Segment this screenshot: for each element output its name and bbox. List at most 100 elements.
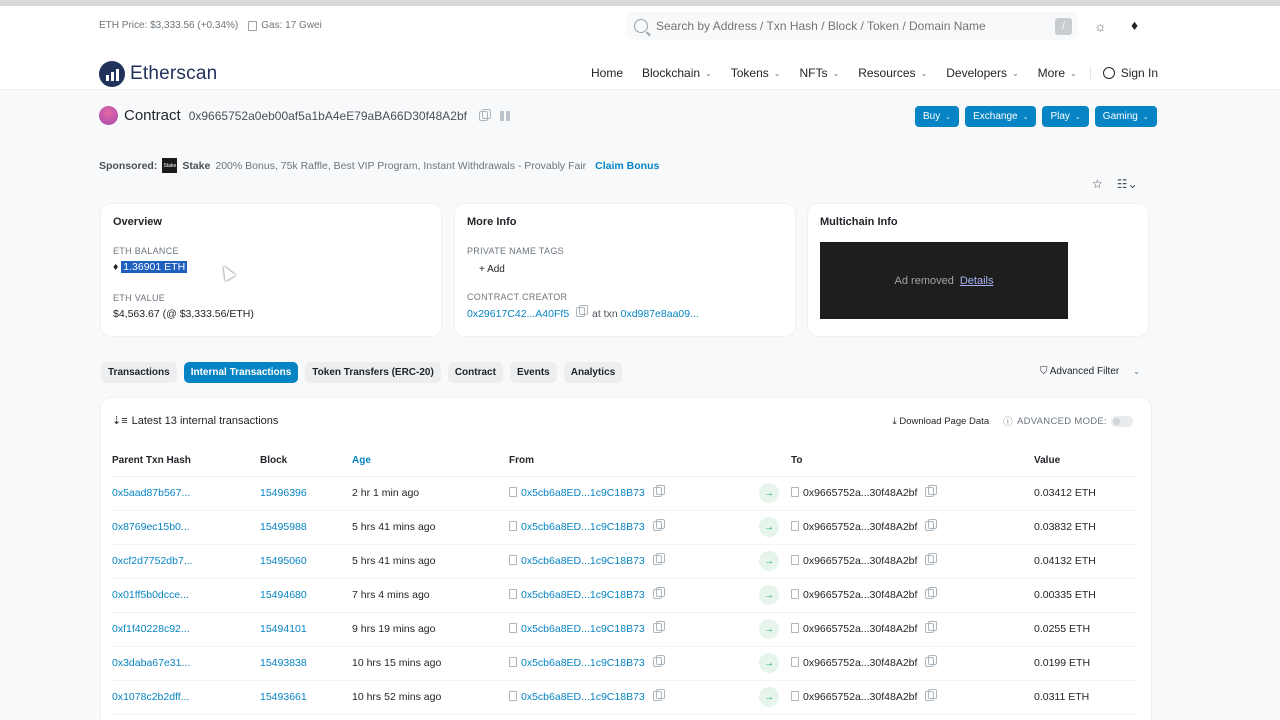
list-options-icon[interactable]: ☷⌄ [1117, 177, 1138, 191]
nav-nfts[interactable]: NFTs ⌄ [799, 66, 839, 80]
qr-code-icon[interactable] [499, 110, 510, 121]
from-address-link[interactable]: 0x5cb6a8ED...1c9C18B73 [521, 657, 645, 669]
theme-toggle-sun-icon[interactable]: ☼ [1094, 18, 1107, 34]
tab-contract[interactable]: Contract [447, 362, 503, 383]
tab-analytics[interactable]: Analytics [563, 362, 623, 383]
advanced-mode-toggle[interactable] [1111, 415, 1133, 427]
search-input[interactable] [656, 19, 1036, 33]
copy-icon[interactable] [652, 519, 665, 531]
download-page-data-button[interactable]: ⤓ Download Page Data [892, 416, 989, 427]
block-link[interactable]: 15495988 [260, 521, 307, 533]
button-label: Exchange [973, 111, 1018, 122]
creator-address-link[interactable]: 0x29617C42...A40Ff5 [467, 308, 569, 320]
block-link[interactable]: 15495060 [260, 555, 307, 567]
parent-txn-hash-link[interactable]: 0x5aad87b567... [112, 487, 190, 499]
download-icon: ⤓ [892, 415, 897, 427]
to-address[interactable]: 0x9665752a...30f48A2bf [803, 487, 917, 499]
copy-icon[interactable] [652, 621, 665, 633]
parent-txn-hash-link[interactable]: 0xf1f40228c92... [112, 623, 190, 635]
overview-title: Overview [113, 216, 162, 228]
copy-icon[interactable] [925, 553, 938, 565]
eth-balance-value[interactable]: 1.36901 ETH [121, 261, 188, 273]
exchange-button[interactable]: Exchange ⌄ [965, 106, 1037, 127]
tab-transactions[interactable]: Transactions [101, 362, 177, 383]
parent-txn-hash-link[interactable]: 0x1078c2b2dff... [112, 691, 189, 703]
to-address[interactable]: 0x9665752a...30f48A2bf [803, 589, 917, 601]
from-address-link[interactable]: 0x5cb6a8ED...1c9C18B73 [521, 589, 645, 601]
cell-age: 5 hrs 41 mins ago [352, 510, 509, 545]
copy-icon[interactable] [652, 553, 665, 565]
page-tools: ☆ ☷⌄ [1092, 177, 1138, 191]
cell-block: 15496396 [260, 476, 352, 511]
nav-home[interactable]: Home [591, 66, 623, 80]
add-name-tag-button[interactable]: + Add [467, 261, 517, 278]
block-link[interactable]: 15493838 [260, 657, 307, 669]
copy-icon[interactable] [925, 655, 938, 667]
from-address-link[interactable]: 0x5cb6a8ED...1c9C18B73 [521, 555, 645, 567]
copy-icon[interactable] [925, 689, 938, 701]
to-address[interactable]: 0x9665752a...30f48A2bf [803, 555, 917, 567]
sponsored-banner: Sponsored: Stake Stake 200% Bonus, 75k R… [99, 158, 659, 173]
copy-icon[interactable] [925, 519, 938, 531]
etherscan-logo[interactable]: Etherscan [99, 61, 217, 87]
sponsor-text: 200% Bonus, 75k Raffle, Best VIP Program… [215, 159, 587, 172]
nav-resources[interactable]: Resources ⌄ [858, 66, 927, 80]
to-address[interactable]: 0x9665752a...30f48A2bf [803, 657, 917, 669]
copy-icon[interactable] [576, 305, 589, 317]
arrow-right-icon: → [759, 619, 779, 639]
from-address-link[interactable]: 0x5cb6a8ED...1c9C18B73 [521, 623, 645, 635]
claim-bonus-link[interactable]: Claim Bonus [595, 160, 659, 172]
block-link[interactable]: 15494680 [260, 589, 307, 601]
nav-tokens[interactable]: Tokens ⌄ [731, 66, 781, 80]
tab-token-transfers[interactable]: Token Transfers (ERC-20) [305, 362, 441, 383]
internal-transactions-table: Parent Txn Hash Block Age From To Value … [112, 446, 1138, 715]
creation-txn-link[interactable]: 0xd987e8aa09... [621, 308, 699, 320]
buy-button[interactable]: Buy ⌄ [915, 106, 960, 127]
sort-icon[interactable]: ⇣≡ [112, 414, 128, 427]
copy-icon[interactable] [652, 587, 665, 599]
parent-txn-hash-link[interactable]: 0x8769ec15b0... [112, 521, 190, 533]
tab-events[interactable]: Events [509, 362, 557, 383]
from-address-link[interactable]: 0x5cb6a8ED...1c9C18B73 [521, 487, 645, 499]
copy-icon[interactable] [652, 485, 665, 497]
gaming-button[interactable]: Gaming ⌄ [1094, 106, 1157, 127]
col-age[interactable]: Age [352, 446, 509, 477]
parent-txn-hash-link[interactable]: 0xcf2d7752db7... [112, 555, 193, 567]
copy-icon[interactable] [652, 689, 665, 701]
col-parent-txn-hash: Parent Txn Hash [112, 446, 260, 477]
copy-icon[interactable] [652, 655, 665, 667]
copy-icon[interactable] [925, 485, 938, 497]
from-address-link[interactable]: 0x5cb6a8ED...1c9C18B73 [521, 521, 645, 533]
nav-more[interactable]: More ⌄ [1038, 66, 1077, 80]
cell-from: 0x5cb6a8ED...1c9C18B73 [509, 578, 759, 613]
parent-txn-hash-link[interactable]: 0x01ff5b0dcce... [112, 589, 189, 601]
copy-icon[interactable] [925, 621, 938, 633]
table-row: 0x01ff5b0dcce... 15494680 7 hrs 4 mins a… [112, 578, 1138, 613]
play-button[interactable]: Play ⌄ [1042, 106, 1089, 127]
sponsor-brand[interactable]: Stake [182, 160, 210, 172]
chevron-down-icon: ⌄ [1133, 367, 1140, 376]
block-link[interactable]: 15494101 [260, 623, 307, 635]
ethereum-network-icon[interactable]: ♦ [1131, 17, 1138, 33]
parent-txn-hash-link[interactable]: 0x3daba67e31... [112, 657, 190, 669]
contract-file-icon [509, 657, 517, 667]
to-address[interactable]: 0x9665752a...30f48A2bf [803, 691, 917, 703]
ad-details-link[interactable]: Details [960, 275, 994, 287]
star-icon[interactable]: ☆ [1092, 177, 1103, 191]
to-address[interactable]: 0x9665752a...30f48A2bf [803, 521, 917, 533]
block-link[interactable]: 15493661 [260, 691, 307, 703]
block-link[interactable]: 15496396 [260, 487, 307, 499]
from-address-link[interactable]: 0x5cb6a8ED...1c9C18B73 [521, 691, 645, 703]
contract-file-icon [791, 589, 799, 599]
copy-icon[interactable] [478, 108, 491, 121]
tab-internal-transactions[interactable]: Internal Transactions [183, 362, 299, 383]
nav-blockchain[interactable]: Blockchain ⌄ [642, 66, 712, 80]
copy-icon[interactable] [925, 587, 938, 599]
ad-placeholder: Ad removed Details [820, 242, 1068, 319]
to-address[interactable]: 0x9665752a...30f48A2bf [803, 623, 917, 635]
nav-developers[interactable]: Developers ⌄ [946, 66, 1018, 80]
sign-in-link[interactable]: Sign In [1102, 66, 1158, 80]
advanced-filter-button[interactable]: ⛉ Advanced Filter ⌄ [1040, 366, 1140, 377]
search-icon [634, 19, 648, 33]
search-bar[interactable]: / [626, 12, 1078, 40]
